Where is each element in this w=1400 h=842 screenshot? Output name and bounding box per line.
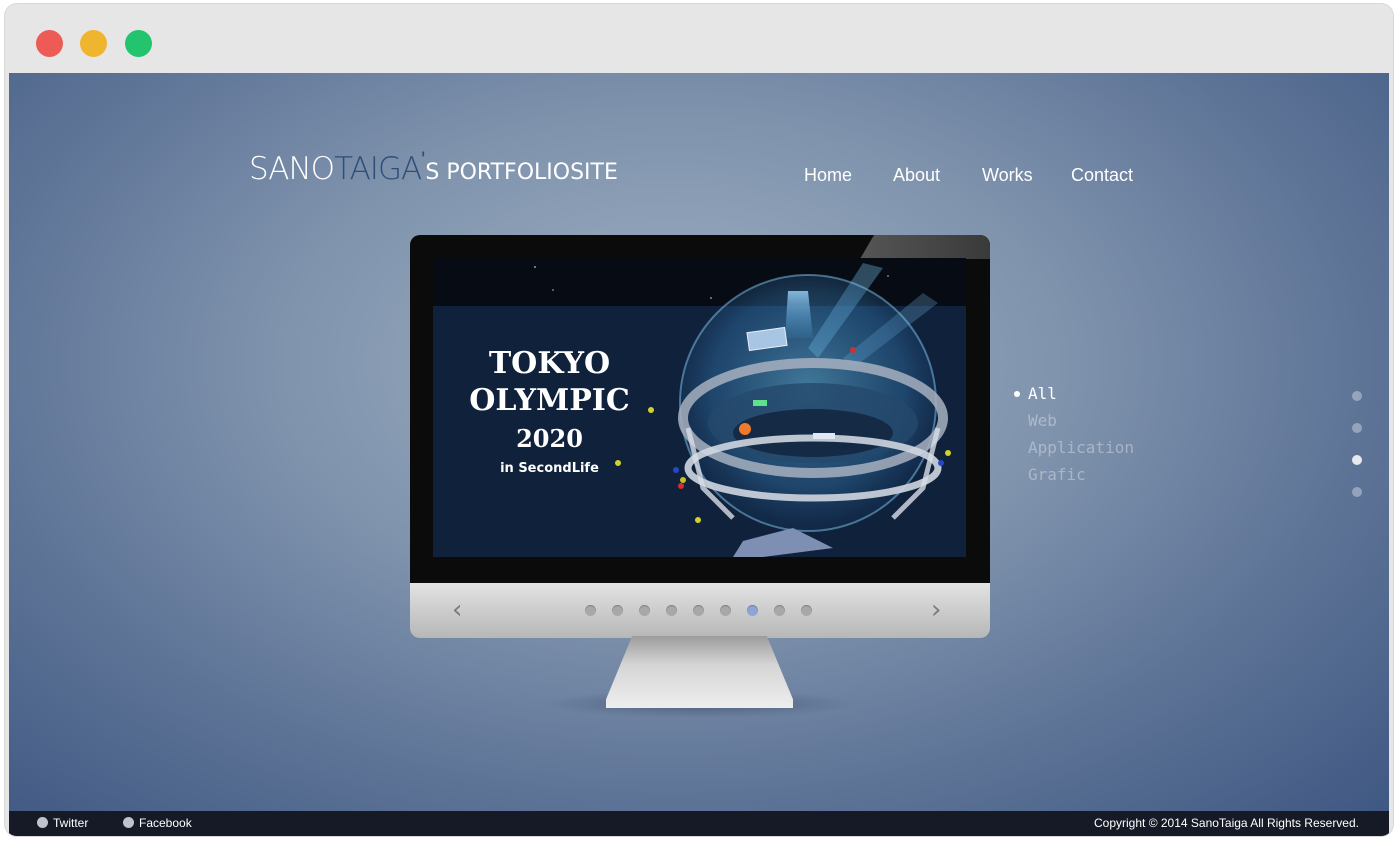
filter-item-application[interactable]: Application	[1028, 438, 1134, 457]
page-footer: Twitter Facebook Copyright © 2014 SanoTa…	[9, 811, 1389, 836]
imac-monitor: TOKYO OLYMPIC 2020 in SecondLife ‹ ›	[410, 235, 990, 718]
slider-dot[interactable]	[612, 605, 623, 616]
copyright-text: Copyright © 2014 SanoTaiga All Rights Re…	[1094, 816, 1359, 830]
logo-text-taiga: TAIGA	[334, 151, 422, 187]
minimize-window-button[interactable]	[80, 30, 107, 57]
side-nav-dot-active[interactable]	[1352, 455, 1362, 465]
slide-caption: TOKYO OLYMPIC 2020 in SecondLife	[433, 346, 666, 480]
side-nav-dot[interactable]	[1352, 391, 1362, 401]
monitor-stand	[606, 636, 793, 708]
slider-dot[interactable]	[639, 605, 650, 616]
browser-window: SANOTAIGA'S PORTFOLIOSITE Home About Wor…	[5, 4, 1393, 836]
twitter-icon	[37, 817, 48, 828]
slide-title-line1: TOKYO	[488, 346, 611, 381]
side-nav-dot[interactable]	[1352, 487, 1362, 497]
window-titlebar	[5, 4, 1393, 73]
slider-dot[interactable]	[801, 605, 812, 616]
slider-dot[interactable]	[666, 605, 677, 616]
bezel-gloss	[860, 235, 990, 259]
nav-item-works[interactable]: Works	[982, 165, 1033, 186]
chevron-right-icon[interactable]: ›	[931, 595, 941, 625]
monitor-chin: ‹ ›	[410, 583, 990, 638]
zoom-window-button[interactable]	[125, 30, 152, 57]
slider-dot[interactable]	[774, 605, 785, 616]
footer-link-twitter-label: Twitter	[53, 816, 89, 830]
slider-dot[interactable]	[693, 605, 704, 616]
footer-link-facebook-label: Facebook	[139, 816, 192, 830]
logo-text-sano: SANO	[249, 151, 335, 187]
page-viewport: SANOTAIGA'S PORTFOLIOSITE Home About Wor…	[9, 73, 1389, 836]
slider-dot-active[interactable]	[747, 605, 758, 616]
slide-title-line2: OLYMPIC	[469, 383, 630, 418]
logo-apostrophe: '	[421, 147, 426, 172]
filter-item-web[interactable]: Web	[1028, 411, 1057, 430]
slider-dot[interactable]	[720, 605, 731, 616]
nav-item-home[interactable]: Home	[804, 165, 852, 186]
facebook-icon	[123, 817, 134, 828]
logo-text-portfoliosite: S PORTFOLIOSITE	[425, 160, 618, 185]
monitor-bezel: TOKYO OLYMPIC 2020 in SecondLife	[410, 235, 990, 585]
filter-item-grafic[interactable]: Grafic	[1028, 465, 1086, 484]
slide-subtitle: in SecondLife	[500, 461, 599, 476]
chevron-left-icon[interactable]: ‹	[452, 595, 462, 625]
nav-item-contact[interactable]: Contact	[1071, 165, 1133, 186]
slide-title-line3: 2020	[516, 424, 583, 453]
filter-item-all[interactable]: All	[1028, 384, 1057, 403]
side-nav-dot[interactable]	[1352, 423, 1362, 433]
footer-link-facebook[interactable]: Facebook	[123, 816, 192, 830]
slide-screen[interactable]: TOKYO OLYMPIC 2020 in SecondLife	[433, 258, 966, 557]
nav-item-about[interactable]: About	[893, 165, 940, 186]
site-logo[interactable]: SANOTAIGA'S PORTFOLIOSITE	[249, 147, 618, 191]
filter-selected-bullet	[1014, 391, 1020, 397]
footer-link-twitter[interactable]: Twitter	[37, 816, 88, 830]
close-window-button[interactable]	[36, 30, 63, 57]
slider-dot[interactable]	[585, 605, 596, 616]
